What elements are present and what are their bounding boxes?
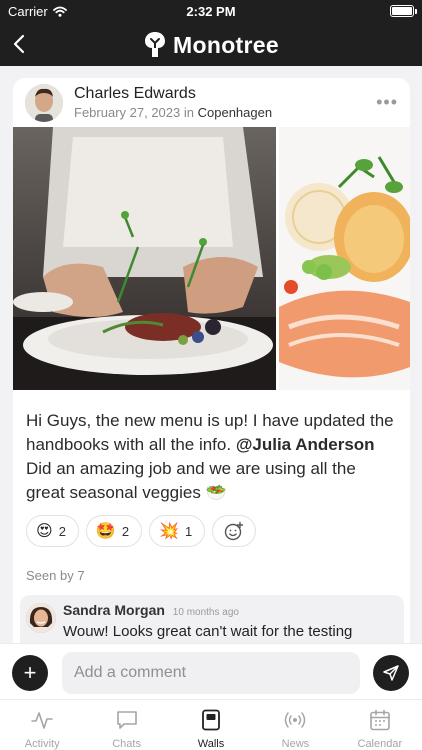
chat-icon [116,711,137,729]
calendar-icon [370,709,390,731]
author-name[interactable]: Charles Edwards [74,85,196,103]
reaction-bar: 😍 2 🤩 2 💥 1 [26,515,257,547]
tab-calendar[interactable]: Calendar [338,700,422,750]
monotree-logo-icon [145,32,166,57]
post-photo-dish-closeup[interactable] [279,127,410,390]
author-avatar[interactable] [25,84,63,122]
status-time: 2:32 PM [186,4,236,19]
collision-emoji-icon: 💥 [159,523,179,540]
tab-label: Chats [112,738,141,750]
tab-walls[interactable]: Walls [169,700,253,750]
broadcast-icon [285,712,306,728]
heart-eyes-emoji-icon: 😍 [36,523,53,540]
more-options-icon[interactable]: ••• [376,92,398,113]
plus-icon: + [23,660,37,685]
reaction-count: 2 [121,523,130,539]
comment-input[interactable] [62,652,360,694]
add-emoji-icon [225,521,244,541]
reaction-star-struck[interactable]: 🤩 2 [85,515,143,547]
app-header: Carrier 2:32 PM Monotree [0,0,422,66]
tab-label: Calendar [357,738,403,750]
reaction-count: 1 [185,523,193,539]
post-gallery [13,127,410,390]
comment-text: Wouw! Looks great can't wait for the tes… [63,623,353,640]
battery-icon [390,5,417,17]
comment-composer: + [0,643,422,699]
post-card: Charles Edwards February 27, 2023 in Cop… [13,78,410,658]
send-icon [383,665,399,681]
tab-label: News [281,738,310,750]
commenter-name[interactable]: Sandra Morgan [63,602,165,618]
tab-chats[interactable]: Chats [84,700,168,750]
nav-bar: Monotree [0,24,422,66]
tab-activity[interactable]: Activity [0,700,84,750]
commenter-avatar[interactable] [26,603,56,633]
mention-link[interactable]: @Julia Anderson [236,435,375,454]
post-photo-chef-plating[interactable] [13,127,276,390]
reaction-collision[interactable]: 💥 1 [149,515,206,547]
tab-label: Walls [197,738,225,750]
tab-label: Activity [24,738,60,750]
walls-icon [202,709,220,731]
post-body: Hi Guys, the new menu is up! I have upda… [26,409,398,505]
reaction-count: 2 [58,523,66,539]
star-struck-emoji-icon: 🤩 [95,523,116,540]
tab-news[interactable]: News [253,700,337,750]
tab-bar: Activity Chats Walls News Calendar [0,699,422,750]
activity-icon [31,712,54,729]
brand-logo: Monotree [0,30,422,60]
post-header: Charles Edwards February 27, 2023 in Cop… [13,78,410,128]
comment-time: 10 months ago [172,607,239,618]
post-meta: February 27, 2023 in Copenhagen [74,105,272,120]
brand-wordmark: Monotree [173,31,279,58]
post-location[interactable]: Copenhagen [198,105,272,120]
send-button[interactable] [373,655,409,691]
post-date: February 27, 2023 [74,105,181,120]
add-attachment-button[interactable]: + [12,655,48,691]
in-label: in [183,105,194,120]
status-bar: Carrier 2:32 PM [0,0,422,24]
post-text-rest: Did an amazing job and we are using all … [26,459,356,502]
seen-by-count[interactable]: Seen by 7 [26,568,85,583]
reaction-heart-eyes[interactable]: 😍 2 [26,515,79,547]
add-reaction-button[interactable] [212,515,257,547]
commenter-line: Sandra Morgan 10 months ago [63,602,239,618]
